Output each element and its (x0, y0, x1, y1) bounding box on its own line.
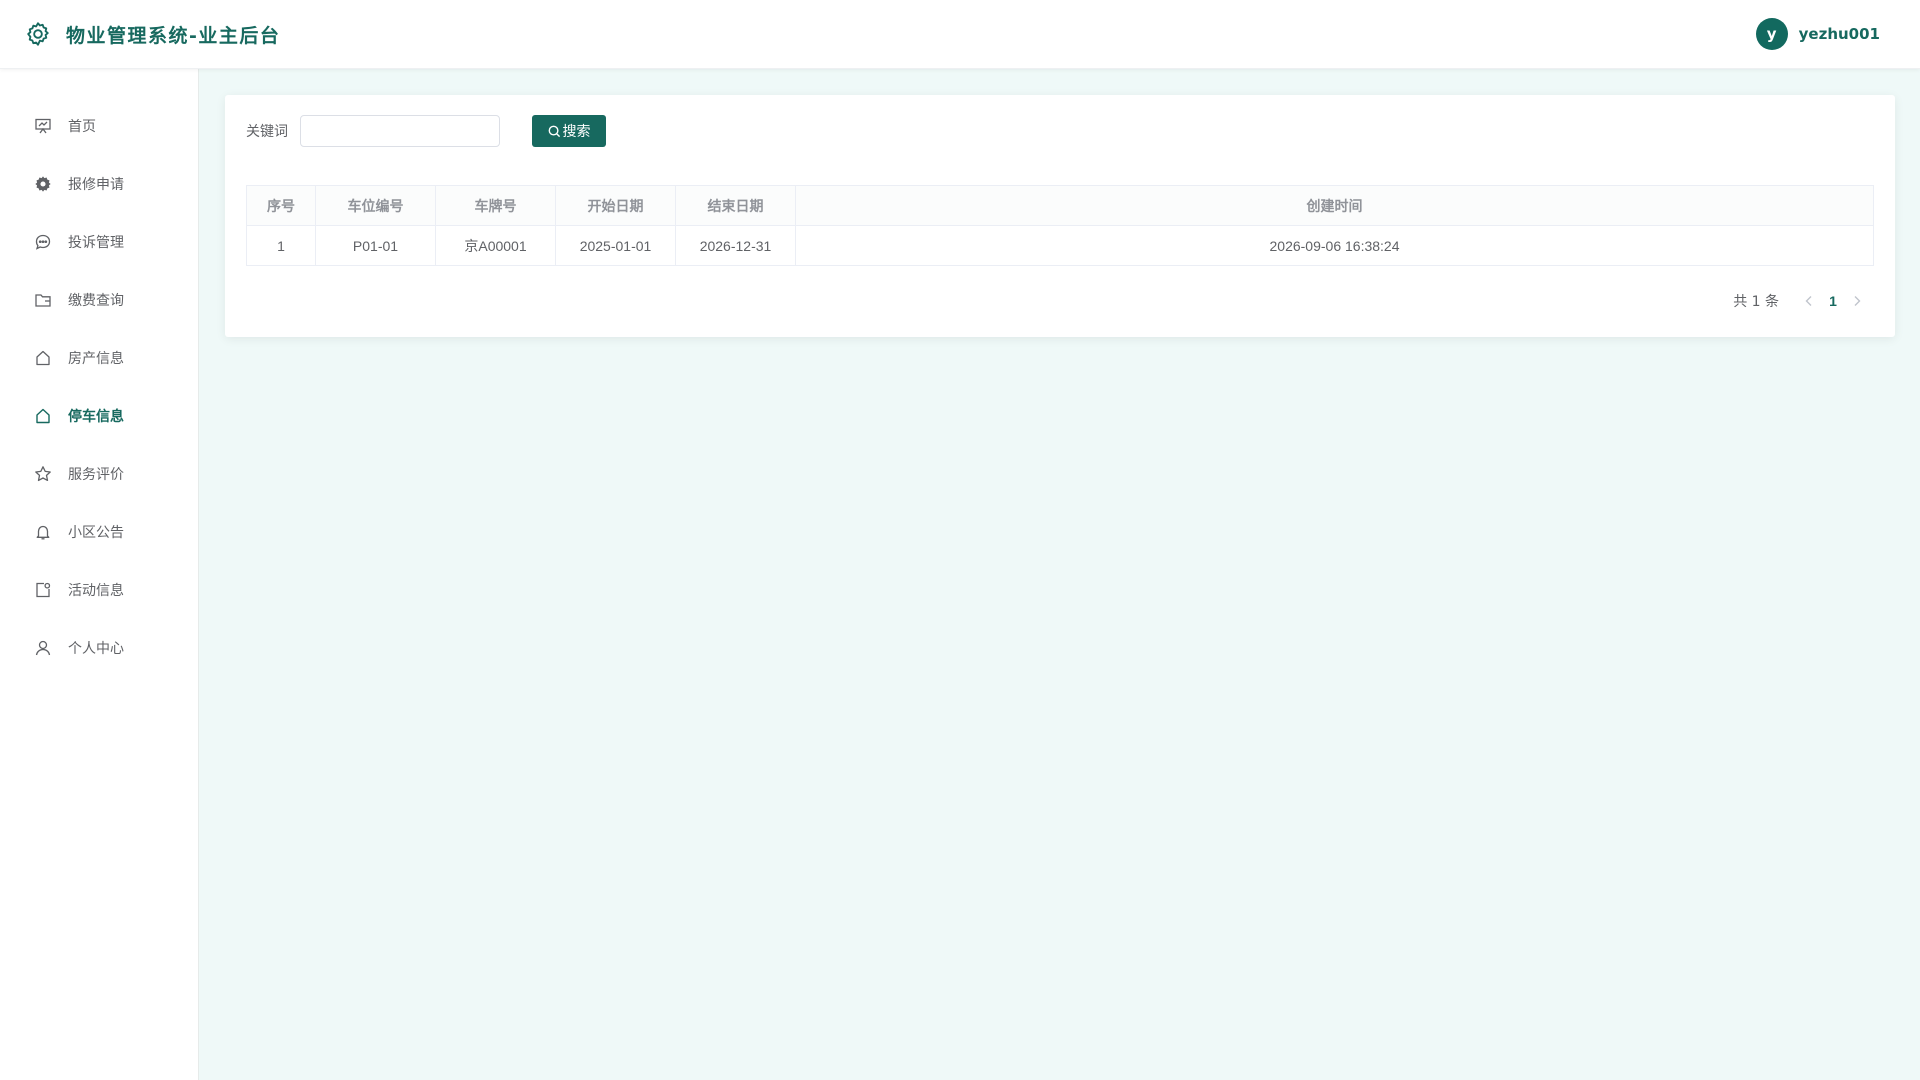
sidebar-item-label: 服务评价 (68, 467, 124, 483)
search-input[interactable] (300, 115, 500, 147)
sidebar: 首页 报修申请 投诉管理 缴费查询 房产信息 停车信息 服务评价 小区公告 活动… (0, 69, 199, 1080)
sidebar-item-activities[interactable]: 活动信息 (0, 561, 198, 619)
gear-icon (34, 175, 52, 193)
table-cell: 2025-01-01 (555, 225, 676, 266)
table-cell: P01-01 (315, 225, 436, 266)
sidebar-item-label: 小区公告 (68, 525, 124, 541)
table-cell: 2026-12-31 (675, 225, 796, 266)
chat-bubble-icon (34, 233, 52, 251)
sidebar-item-parking[interactable]: 停车信息 (0, 387, 198, 445)
brand: 物业管理系统-业主后台 (0, 20, 280, 48)
column-header: 结束日期 (675, 185, 796, 226)
sidebar-item-label: 活动信息 (68, 583, 124, 599)
column-header: 车位编号 (315, 185, 436, 226)
star-icon (34, 465, 52, 483)
sidebar-item-payments[interactable]: 缴费查询 (0, 271, 198, 329)
parking-table: 序号 车位编号 车牌号 开始日期 结束日期 创建时间 1 P01-01 京A00… (246, 185, 1874, 266)
column-header: 开始日期 (555, 185, 676, 226)
sidebar-item-label: 投诉管理 (68, 235, 124, 251)
search-icon (548, 125, 560, 137)
search-bar: 关键词 搜索 (246, 115, 606, 147)
calendar-tag-icon (34, 581, 52, 599)
sidebar-item-profile[interactable]: 个人中心 (0, 619, 198, 677)
parking-list-card: 关键词 搜索 序号 车位编号 车牌号 开始日期 结束日期 创建时间 1 P01-… (225, 95, 1895, 337)
avatar[interactable]: y (1755, 18, 1788, 50)
sidebar-item-label: 首页 (68, 119, 96, 135)
sidebar-item-label: 个人中心 (68, 641, 124, 657)
search-button[interactable]: 搜索 (532, 115, 606, 147)
chevron-right-icon[interactable] (1849, 293, 1865, 309)
page-number-current[interactable]: 1 (1817, 293, 1849, 309)
sidebar-item-home[interactable]: 首页 (0, 97, 198, 155)
pagination: 共 1 条 1 (1733, 291, 1865, 311)
user-menu[interactable]: y yezhu001 (1755, 18, 1920, 50)
user-icon (34, 639, 52, 657)
sidebar-item-label: 停车信息 (68, 409, 124, 425)
pagination-total: 共 1 条 (1733, 294, 1779, 310)
presentation-icon (34, 117, 52, 135)
sidebar-item-complaints[interactable]: 投诉管理 (0, 213, 198, 271)
search-label: 关键词 (246, 124, 288, 140)
sidebar-item-label: 缴费查询 (68, 293, 124, 309)
sidebar-item-service-rating[interactable]: 服务评价 (0, 445, 198, 503)
table-cell: 1 (246, 225, 316, 266)
sidebar-menu: 首页 报修申请 投诉管理 缴费查询 房产信息 停车信息 服务评价 小区公告 活动… (0, 69, 198, 677)
sidebar-item-label: 报修申请 (68, 177, 124, 193)
house-icon (34, 349, 52, 367)
sidebar-item-repair[interactable]: 报修申请 (0, 155, 198, 213)
sidebar-item-label: 房产信息 (68, 351, 124, 367)
bell-icon (34, 523, 52, 541)
sidebar-item-property[interactable]: 房产信息 (0, 329, 198, 387)
search-button-label: 搜索 (562, 124, 591, 140)
column-header: 创建时间 (795, 185, 1874, 226)
chevron-left-icon[interactable] (1801, 293, 1817, 309)
gear-icon (24, 20, 52, 48)
app-title: 物业管理系统-业主后台 (66, 24, 281, 47)
house-icon (34, 407, 52, 425)
sidebar-item-announcements[interactable]: 小区公告 (0, 503, 198, 561)
username[interactable]: yezhu001 (1799, 25, 1880, 43)
top-header: 物业管理系统-业主后台 y yezhu001 (0, 0, 1920, 69)
folder-icon (34, 291, 52, 309)
table-header-row: 序号 车位编号 车牌号 开始日期 结束日期 创建时间 (246, 185, 1874, 226)
table-cell: 京A00001 (435, 225, 556, 266)
table-cell: 2026-09-06 16:38:24 (795, 225, 1874, 266)
column-header: 序号 (246, 185, 316, 226)
column-header: 车牌号 (435, 185, 556, 226)
table-row[interactable]: 1 P01-01 京A00001 2025-01-01 2026-12-31 2… (246, 225, 1874, 266)
